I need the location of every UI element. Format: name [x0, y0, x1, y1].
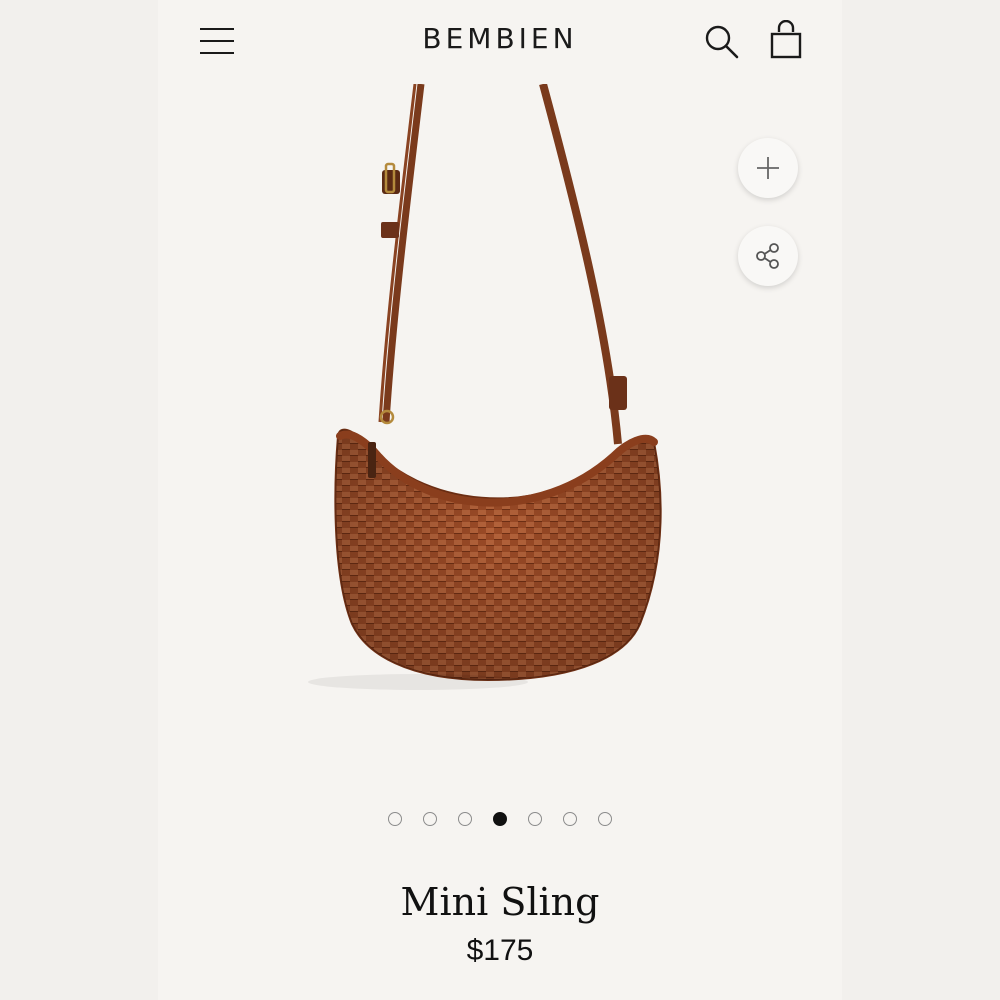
- carousel-dot[interactable]: [388, 812, 402, 826]
- search-icon[interactable]: [704, 24, 740, 60]
- product-price: $175: [466, 934, 534, 967]
- carousel-dot[interactable]: [528, 812, 542, 826]
- product-title: Mini Sling: [400, 880, 600, 924]
- site-header: BEMBIEN: [158, 0, 842, 84]
- carousel-dot[interactable]: [423, 812, 437, 826]
- shopping-bag-icon[interactable]: [768, 19, 804, 60]
- share-button[interactable]: [738, 226, 798, 286]
- product-image[interactable]: [278, 82, 698, 724]
- carousel-dot[interactable]: [563, 812, 577, 826]
- zoom-button[interactable]: [738, 138, 798, 198]
- product-page: BEMBIEN Mini Sling $175: [158, 0, 842, 1000]
- plus-icon: [757, 157, 779, 179]
- carousel-dot[interactable]: [598, 812, 612, 826]
- woven-bag-illustration: [308, 82, 662, 690]
- carousel-dots: [158, 812, 842, 826]
- share-icon: [756, 243, 779, 269]
- carousel-dot[interactable]: [458, 812, 472, 826]
- carousel-dot-active[interactable]: [493, 812, 507, 826]
- screen: BEMBIEN Mini Sling $175: [0, 0, 1000, 1000]
